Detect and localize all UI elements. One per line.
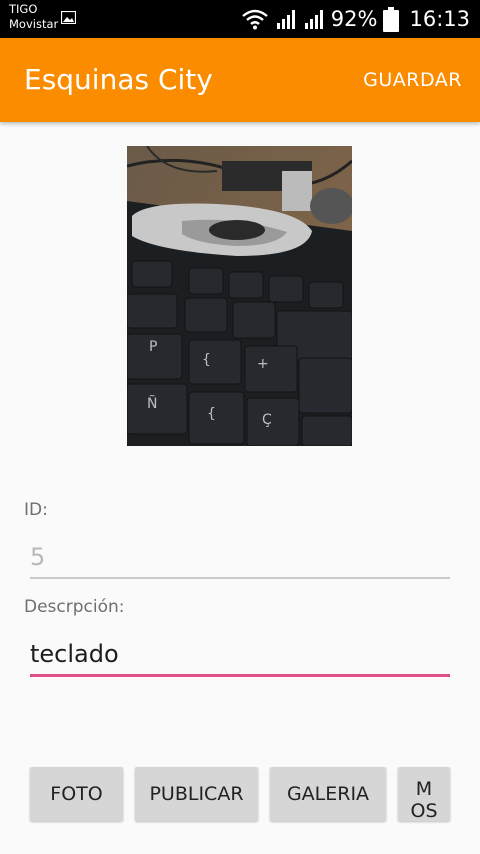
id-field-underline	[30, 577, 450, 579]
signal-icon	[276, 10, 295, 29]
description-label: Descrpción:	[24, 597, 125, 617]
gallery-button[interactable]: GALERIA	[270, 767, 386, 821]
more-button-line2: OS	[410, 800, 438, 821]
gallery-icon	[61, 11, 76, 24]
clock: 16:13	[409, 7, 470, 31]
id-field[interactable]: 5	[30, 541, 45, 573]
svg-text:{: {	[207, 406, 216, 422]
carrier-info: TIGO Movistar	[9, 2, 58, 32]
battery-icon	[383, 6, 400, 32]
more-button-line1: M	[415, 778, 433, 800]
battery-percentage: 92%	[330, 7, 378, 31]
save-button[interactable]: GUARDAR	[363, 66, 462, 94]
publish-button[interactable]: PUBLICAR	[135, 767, 258, 821]
status-icons: 92% 16:13	[241, 5, 470, 33]
wifi-icon	[242, 9, 268, 30]
photo-button[interactable]: FOTO	[30, 767, 123, 821]
more-button[interactable]: M OS	[398, 767, 450, 821]
svg-text:Ç: Ç	[262, 412, 272, 428]
carrier-primary: TIGO	[9, 2, 38, 16]
svg-text:{: {	[202, 352, 211, 368]
keyboard-photo: P { + Ñ { Ç	[127, 146, 352, 446]
svg-text:+: +	[257, 356, 269, 372]
svg-text:Ñ: Ñ	[147, 395, 157, 412]
description-field[interactable]: teclado	[30, 638, 119, 670]
photo-preview[interactable]: P { + Ñ { Ç	[127, 146, 352, 446]
status-bar: TIGO Movistar 92% 16:13	[0, 0, 480, 38]
svg-text:P: P	[149, 339, 157, 355]
signal-icon	[304, 10, 323, 29]
description-field-underline	[30, 674, 450, 677]
app-title: Esquinas City	[24, 63, 213, 96]
id-label: ID:	[24, 500, 48, 520]
app-bar: Esquinas City GUARDAR	[0, 38, 480, 122]
carrier-secondary: Movistar	[9, 17, 59, 31]
